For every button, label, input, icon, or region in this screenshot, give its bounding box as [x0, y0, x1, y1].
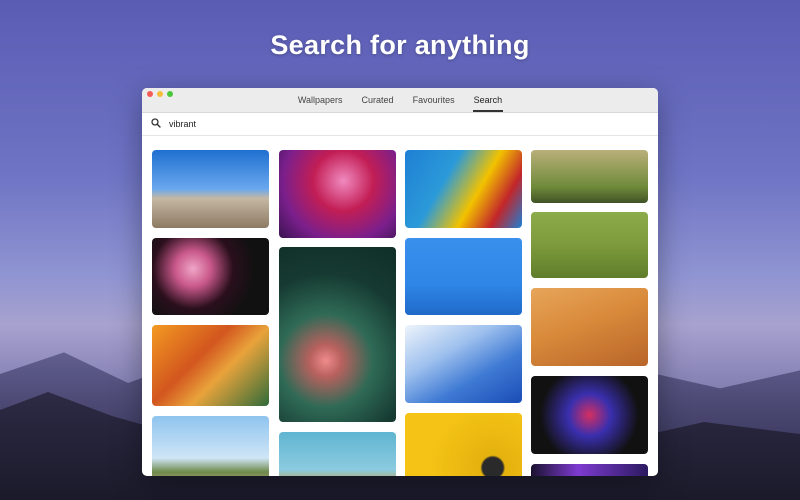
headline: Search for anything — [270, 30, 530, 60]
result-tile[interactable] — [152, 238, 269, 315]
result-tile[interactable] — [152, 150, 269, 228]
title-bar: Wallpapers Curated Favourites Search — [142, 88, 658, 113]
result-tile[interactable] — [152, 325, 269, 406]
result-tile[interactable] — [531, 464, 648, 476]
tab-search[interactable]: Search — [472, 88, 504, 112]
tab-favourites[interactable]: Favourites — [412, 88, 456, 112]
search-icon — [151, 115, 161, 133]
result-tile[interactable] — [531, 376, 648, 454]
search-input[interactable] — [167, 118, 471, 130]
tab-wallpapers[interactable]: Wallpapers — [297, 88, 344, 112]
result-tile[interactable] — [279, 432, 396, 476]
tab-bar: Wallpapers Curated Favourites Search — [142, 88, 658, 112]
app-window: Wallpapers Curated Favourites Search — [142, 88, 658, 476]
result-tile[interactable] — [531, 212, 648, 278]
result-tile[interactable] — [152, 416, 269, 476]
result-tile[interactable] — [279, 247, 396, 422]
result-tile[interactable] — [405, 325, 522, 403]
search-bar — [142, 113, 658, 136]
result-tile[interactable] — [405, 238, 522, 315]
result-tile[interactable] — [531, 288, 648, 366]
result-tile[interactable] — [531, 150, 648, 203]
results-grid — [142, 149, 658, 476]
tab-curated[interactable]: Curated — [361, 88, 395, 112]
result-tile[interactable] — [405, 413, 522, 476]
result-tile[interactable] — [279, 150, 396, 238]
result-tile[interactable] — [405, 150, 522, 228]
